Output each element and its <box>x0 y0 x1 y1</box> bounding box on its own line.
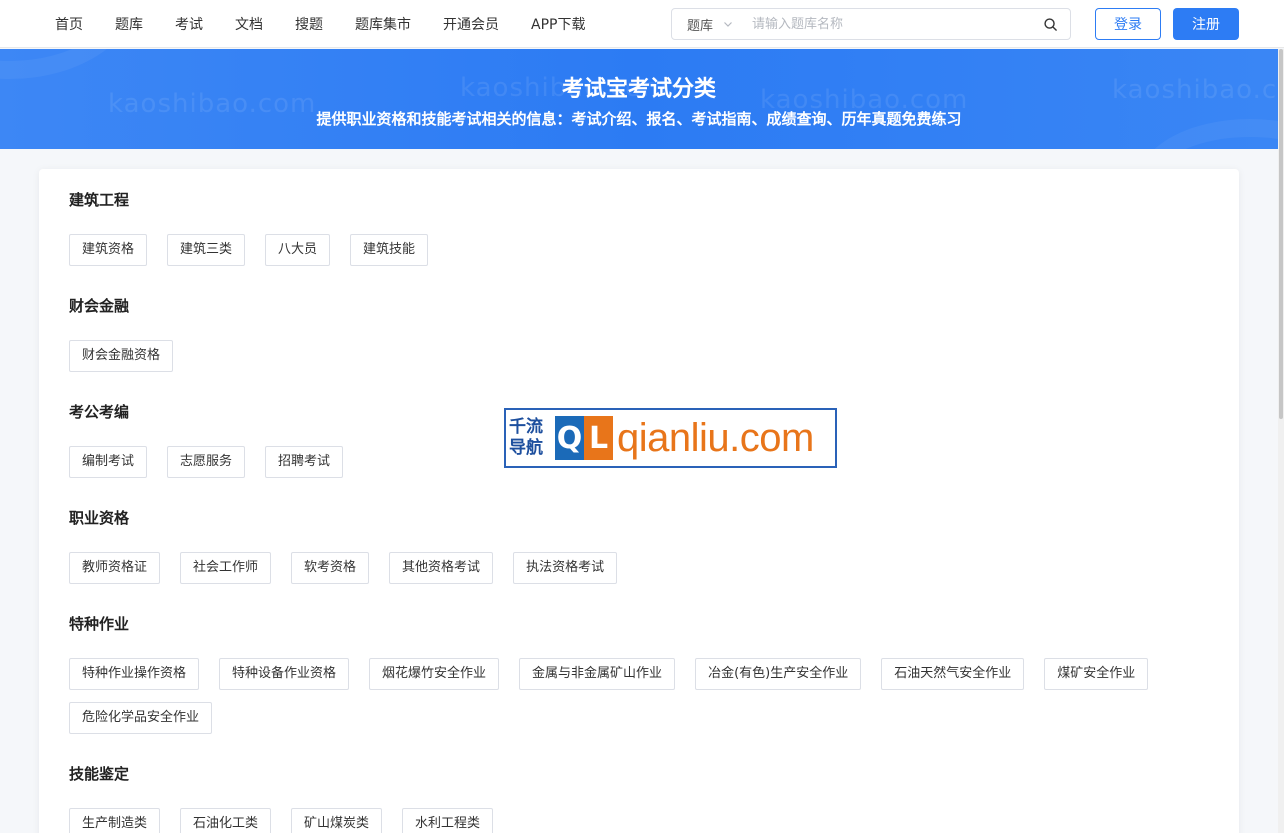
category-section: 特种作业 特种作业操作资格 特种设备作业资格 烟花爆竹安全作业 金属与非金属矿山… <box>69 613 1209 746</box>
category-tag[interactable]: 招聘考试 <box>265 446 344 478</box>
category-tag[interactable]: 建筑技能 <box>350 234 429 266</box>
main-nav: 首页 题库 考试 文档 搜题 题库集市 开通会员 APP下载 <box>55 0 617 48</box>
category-tags: 建筑资格 建筑三类 八大员 建筑技能 <box>69 234 1209 278</box>
category-title: 财会金融 <box>69 297 130 315</box>
category-tag[interactable]: 煤矿安全作业 <box>1044 658 1149 690</box>
search-icon[interactable] <box>1043 17 1058 32</box>
page-title: 考试宝考试分类 <box>561 77 716 102</box>
logo-domain: qianliu.com <box>617 416 814 460</box>
scrollbar-thumb[interactable] <box>1279 49 1283 419</box>
category-tag[interactable]: 烟花爆竹安全作业 <box>369 658 500 690</box>
nav-app-download[interactable]: APP下载 <box>531 14 585 34</box>
category-tag[interactable]: 水利工程类 <box>402 808 494 833</box>
category-tag[interactable]: 建筑三类 <box>167 234 246 266</box>
category-title: 特种作业 <box>69 615 130 633</box>
nav-exam[interactable]: 考试 <box>175 14 203 34</box>
logo-cn-line2: 导航 <box>509 438 543 458</box>
category-tag[interactable]: 八大员 <box>265 234 331 266</box>
category-tag[interactable]: 志愿服务 <box>167 446 246 478</box>
category-title: 职业资格 <box>69 509 130 527</box>
category-section: 建筑工程 建筑资格 建筑三类 八大员 建筑技能 <box>69 189 1209 278</box>
category-tag[interactable]: 石油天然气安全作业 <box>881 658 1025 690</box>
nav-membership[interactable]: 开通会员 <box>443 14 499 34</box>
register-button[interactable]: 注册 <box>1173 8 1239 40</box>
nav-bank-market[interactable]: 题库集市 <box>355 14 411 34</box>
category-tag[interactable]: 建筑资格 <box>69 234 148 266</box>
search-box: 题库 <box>671 8 1071 40</box>
logo-chinese-text: 千流 导航 <box>509 417 553 459</box>
nav-question-bank[interactable]: 题库 <box>115 14 143 34</box>
category-tag[interactable]: 金属与非金属矿山作业 <box>519 658 676 690</box>
category-tags: 教师资格证 社会工作师 软考资格 其他资格考试 执法资格考试 <box>69 552 1209 596</box>
category-tag[interactable]: 特种作业操作资格 <box>69 658 200 690</box>
category-tag[interactable]: 特种设备作业资格 <box>219 658 350 690</box>
top-navbar: 首页 题库 考试 文档 搜题 题库集市 开通会员 APP下载 题库 登录 注册 <box>0 0 1284 48</box>
category-tag[interactable]: 财会金融资格 <box>69 340 174 372</box>
nav-home[interactable]: 首页 <box>55 14 83 34</box>
category-section: 职业资格 教师资格证 社会工作师 软考资格 其他资格考试 执法资格考试 <box>69 507 1209 596</box>
category-tag[interactable]: 教师资格证 <box>69 552 161 584</box>
login-button[interactable]: 登录 <box>1095 8 1161 40</box>
category-tags: 特种作业操作资格 特种设备作业资格 烟花爆竹安全作业 金属与非金属矿山作业 冶金… <box>69 658 1209 746</box>
search-input[interactable] <box>752 10 1022 38</box>
category-title: 技能鉴定 <box>69 765 130 783</box>
category-section: 技能鉴定 生产制造类 石油化工类 矿山煤炭类 水利工程类 <box>69 763 1209 833</box>
category-tag[interactable]: 执法资格考试 <box>513 552 618 584</box>
category-tag[interactable]: 编制考试 <box>69 446 148 478</box>
category-title: 建筑工程 <box>69 191 130 209</box>
category-tags: 财会金融资格 <box>69 340 1209 384</box>
category-banner: kaoshibao.com kaoshibao.com kaoshibao.co… <box>0 49 1278 149</box>
nav-search-questions[interactable]: 搜题 <box>295 14 323 34</box>
category-tag[interactable]: 其他资格考试 <box>389 552 494 584</box>
logo-l-letter: L <box>584 416 613 460</box>
category-tag[interactable]: 矿山煤炭类 <box>291 808 383 833</box>
logo-cn-line1: 千流 <box>509 417 543 437</box>
page-subtitle: 提供职业资格和技能考试相关的信息：考试介绍、报名、考试指南、成绩查询、历年真题免… <box>316 110 962 128</box>
category-tag[interactable]: 社会工作师 <box>180 552 272 584</box>
search-scope-select[interactable]: 题库 <box>672 15 744 34</box>
category-tag[interactable]: 危险化学品安全作业 <box>69 702 213 734</box>
category-tag[interactable]: 石油化工类 <box>180 808 272 833</box>
logo-q-letter: Q <box>555 416 584 460</box>
category-section: 财会金融 财会金融资格 <box>69 295 1209 384</box>
logo-ql-mark: Q L <box>555 416 613 460</box>
category-tag[interactable]: 软考资格 <box>291 552 370 584</box>
category-tags: 生产制造类 石油化工类 矿山煤炭类 水利工程类 <box>69 808 1209 833</box>
chevron-down-icon <box>724 22 732 27</box>
category-tag[interactable]: 冶金(有色)生产安全作业 <box>695 658 862 690</box>
page-scrollbar[interactable] <box>1278 49 1284 833</box>
category-panel: 建筑工程 建筑资格 建筑三类 八大员 建筑技能 财会金融 财会金融资格 考公考编… <box>39 169 1239 833</box>
qianliu-watermark-logo: 千流 导航 Q L qianliu.com <box>504 408 837 468</box>
search-scope-label: 题库 <box>687 18 714 34</box>
category-tag[interactable]: 生产制造类 <box>69 808 161 833</box>
nav-documents[interactable]: 文档 <box>235 14 263 34</box>
